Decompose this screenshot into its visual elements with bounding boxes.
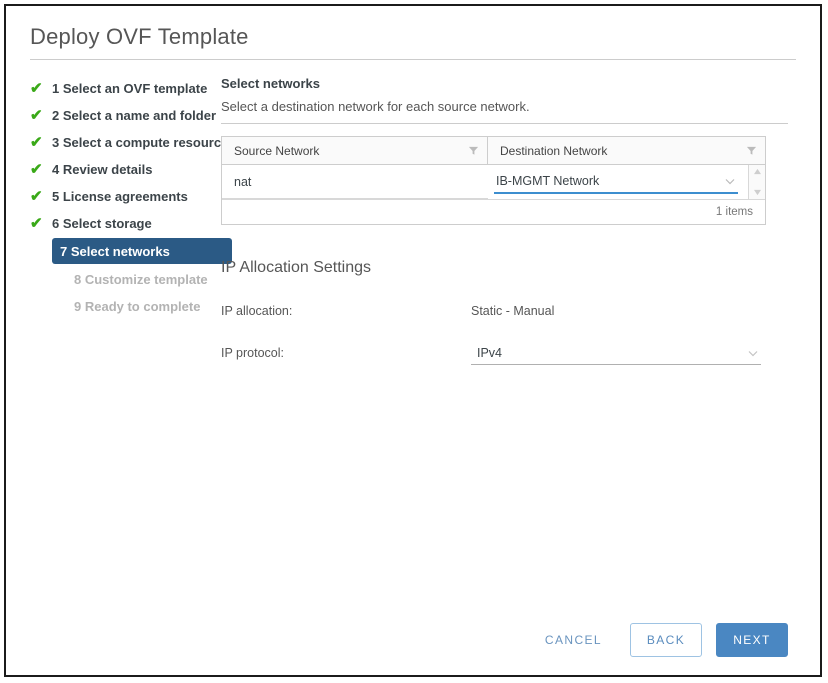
sidebar-step-label: 9 Ready to complete (74, 298, 201, 314)
destination-network-value: IB-MGMT Network (496, 174, 600, 188)
check-icon: ✔ (30, 214, 43, 232)
sidebar-step-label: 7 Select networks (60, 243, 170, 259)
sidebar-step-label: 3 Select a compute resource (52, 134, 229, 150)
sidebar-step-label: 8 Customize template (74, 271, 208, 287)
column-header-label: Destination Network (500, 143, 608, 158)
column-header-source-network[interactable]: Source Network (222, 137, 488, 164)
wizard-content-pane: Select networks Select a destination net… (221, 76, 820, 596)
sidebar-step-6[interactable]: ✔ 6 Select storage (30, 211, 221, 235)
cell-source-network: nat (222, 165, 488, 199)
table-row[interactable]: nat IB-MGMT Network (222, 165, 748, 199)
table-header-row: Source Network Destination Network (222, 137, 765, 165)
filter-icon[interactable] (468, 145, 479, 156)
wizard-body: ✔ 1 Select an OVF template ✔ 2 Select a … (6, 60, 820, 596)
table-body: nat IB-MGMT Network (222, 165, 765, 199)
destination-network-dropdown[interactable]: IB-MGMT Network (494, 170, 738, 194)
check-icon: ✔ (30, 160, 43, 178)
page-title: Select networks (221, 76, 320, 91)
sidebar-step-3[interactable]: ✔ 3 Select a compute resource (30, 130, 228, 154)
ip-protocol-row: IP protocol: IPv4 (221, 341, 788, 365)
dialog-title: Deploy OVF Template (30, 24, 249, 49)
dialog-footer: CANCEL BACK NEXT (6, 623, 820, 657)
next-button[interactable]: NEXT (716, 623, 788, 657)
chevron-down-icon (725, 179, 735, 185)
sidebar-step-5[interactable]: ✔ 5 License agreements (30, 184, 221, 208)
ip-allocation-value: Static - Manual (471, 304, 555, 318)
table-footer: 1 items (222, 199, 765, 224)
sidebar-step-label: 6 Select storage (52, 215, 152, 231)
networks-table: Source Network Destination Network nat I… (221, 136, 766, 225)
back-button[interactable]: BACK (630, 623, 702, 657)
sidebar-step-label: 1 Select an OVF template (52, 80, 208, 96)
scroll-up-icon[interactable] (753, 168, 762, 175)
ip-protocol-value: IPv4 (477, 345, 503, 360)
sidebar-step-label: 2 Select a name and folder (52, 107, 217, 123)
cell-destination-network: IB-MGMT Network (488, 165, 748, 199)
sidebar-step-label: 4 Review details (52, 161, 153, 177)
ip-protocol-label: IP protocol: (221, 346, 285, 360)
ip-protocol-dropdown[interactable]: IPv4 (471, 341, 761, 365)
item-count-label: 1 items (715, 206, 753, 218)
sidebar-step-label: 5 License agreements (52, 188, 188, 204)
ip-allocation-section-title: IP Allocation Settings (221, 259, 372, 276)
cancel-button[interactable]: CANCEL (533, 625, 614, 655)
chevron-down-icon (748, 350, 758, 356)
check-icon: ✔ (30, 106, 43, 124)
sidebar-step-9: 9 Ready to complete (30, 294, 221, 318)
sidebar-step-2[interactable]: ✔ 2 Select a name and folder (30, 103, 221, 127)
scroll-down-icon[interactable] (753, 189, 762, 196)
column-header-destination-network[interactable]: Destination Network (488, 137, 765, 164)
ip-allocation-row: IP allocation: Static - Manual (221, 299, 788, 323)
check-icon: ✔ (30, 79, 43, 97)
wizard-step-sidebar: ✔ 1 Select an OVF template ✔ 2 Select a … (6, 76, 232, 596)
sidebar-step-4[interactable]: ✔ 4 Review details (30, 157, 221, 181)
check-icon: ✔ (30, 133, 43, 151)
sidebar-step-1[interactable]: ✔ 1 Select an OVF template (30, 76, 221, 100)
table-rows: nat IB-MGMT Network (222, 165, 748, 199)
sidebar-step-8: 8 Customize template (30, 267, 221, 291)
column-header-label: Source Network (234, 143, 320, 158)
check-icon: ✔ (30, 187, 43, 205)
page-subtitle: Select a destination network for each so… (221, 99, 530, 114)
sidebar-step-7-select-networks[interactable]: 7 Select networks (52, 238, 232, 264)
dialog-header: Deploy OVF Template (6, 6, 820, 60)
ip-allocation-label: IP allocation: (221, 304, 293, 318)
deploy-ovf-template-dialog: Deploy OVF Template ✔ 1 Select an OVF te… (4, 4, 822, 677)
filter-icon[interactable] (746, 145, 757, 156)
content-divider (221, 123, 788, 124)
table-vertical-scrollbar[interactable] (748, 165, 765, 199)
